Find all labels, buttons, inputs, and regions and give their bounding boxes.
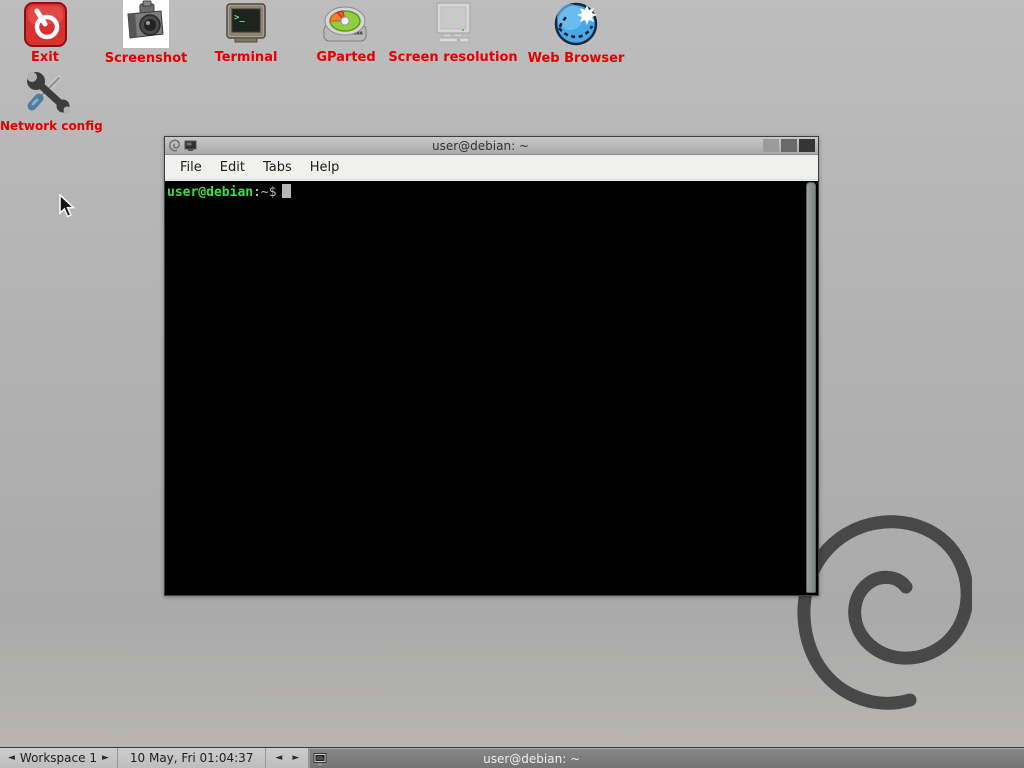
terminal-scrollbar[interactable] — [805, 182, 817, 593]
scrollbar-thumb[interactable] — [806, 182, 816, 593]
desktop-icon-screen-resolution[interactable]: Screen resolution — [388, 2, 518, 65]
maximize-button[interactable] — [781, 139, 797, 152]
clock-text: 10 May, Fri 01:04:37 — [130, 751, 254, 765]
menu-edit[interactable]: Edit — [211, 157, 254, 178]
debian-swirl-icon — [168, 139, 181, 152]
workspace-switcher[interactable]: ◄ Workspace 1 ► — [0, 748, 118, 768]
desktop-icon-terminal[interactable]: >_ Terminal — [206, 2, 286, 65]
power-icon — [24, 2, 67, 47]
prev-workspace-icon[interactable]: ◄ — [3, 753, 20, 763]
window-terminal-icon — [184, 139, 197, 152]
terminal-screen[interactable]: user@debian:~$ — [165, 181, 818, 595]
desktop-icon-screenshot[interactable]: Screenshot — [104, 0, 188, 66]
mouse-cursor — [58, 194, 80, 220]
debian-swirl-watermark — [792, 495, 972, 715]
globe-icon — [552, 0, 600, 48]
tasklist-scroll-buttons: ◄ ► — [266, 748, 309, 768]
icon-label: Exit — [10, 50, 80, 65]
prompt-user: user@debian — [167, 185, 253, 200]
monitor-icon — [429, 2, 477, 47]
menu-help[interactable]: Help — [301, 157, 349, 178]
taskbar: ◄ Workspace 1 ► 10 May, Fri 01:04:37 ◄ ►… — [0, 747, 1024, 768]
desktop-icon-exit[interactable]: Exit — [10, 2, 80, 65]
terminal-menubar: File Edit Tabs Help — [165, 155, 818, 180]
terminal-icon: >_ — [223, 2, 269, 47]
icon-label: Screen resolution — [388, 50, 518, 65]
task-terminal-icon — [313, 752, 327, 766]
desktop-icon-web-browser[interactable]: Web Browser — [518, 0, 634, 66]
camera-icon — [121, 0, 171, 48]
window-titlebar[interactable]: user@debian: ~ — [165, 137, 818, 155]
desktop-icon-network-config[interactable]: Network config — [0, 68, 96, 134]
terminal-cursor — [282, 184, 291, 198]
task-button-terminal[interactable]: user@debian: ~ — [309, 748, 1024, 768]
menu-file[interactable]: File — [171, 157, 211, 178]
workspace-label: Workspace 1 — [20, 751, 97, 765]
close-button[interactable] — [799, 139, 815, 152]
icon-label: Screenshot — [104, 51, 188, 66]
taskbar-clock: 10 May, Fri 01:04:37 — [118, 748, 267, 768]
svg-text:>_: >_ — [234, 13, 245, 23]
task-button-label: user@debian: ~ — [329, 752, 1024, 766]
minimize-button[interactable] — [763, 139, 779, 152]
prompt-symbol: $ — [269, 185, 277, 200]
icon-label: GParted — [306, 50, 386, 65]
prompt-path: ~ — [261, 185, 269, 200]
prompt-separator: : — [253, 185, 261, 200]
tasklist-scroll-left-icon[interactable]: ◄ — [270, 753, 287, 763]
icon-label: Web Browser — [518, 51, 634, 66]
tools-icon — [23, 68, 73, 116]
icon-label: Network config — [0, 119, 96, 134]
icon-label: Terminal — [206, 50, 286, 65]
next-workspace-icon[interactable]: ► — [97, 753, 114, 763]
window-title: user@debian: ~ — [200, 137, 761, 155]
terminal-window: user@debian: ~ File Edit Tabs Help user@… — [164, 136, 819, 596]
disk-partition-icon — [322, 3, 370, 47]
menu-tabs[interactable]: Tabs — [254, 157, 301, 178]
tasklist-scroll-right-icon[interactable]: ► — [287, 753, 304, 763]
desktop-icon-gparted[interactable]: GParted — [306, 3, 386, 65]
